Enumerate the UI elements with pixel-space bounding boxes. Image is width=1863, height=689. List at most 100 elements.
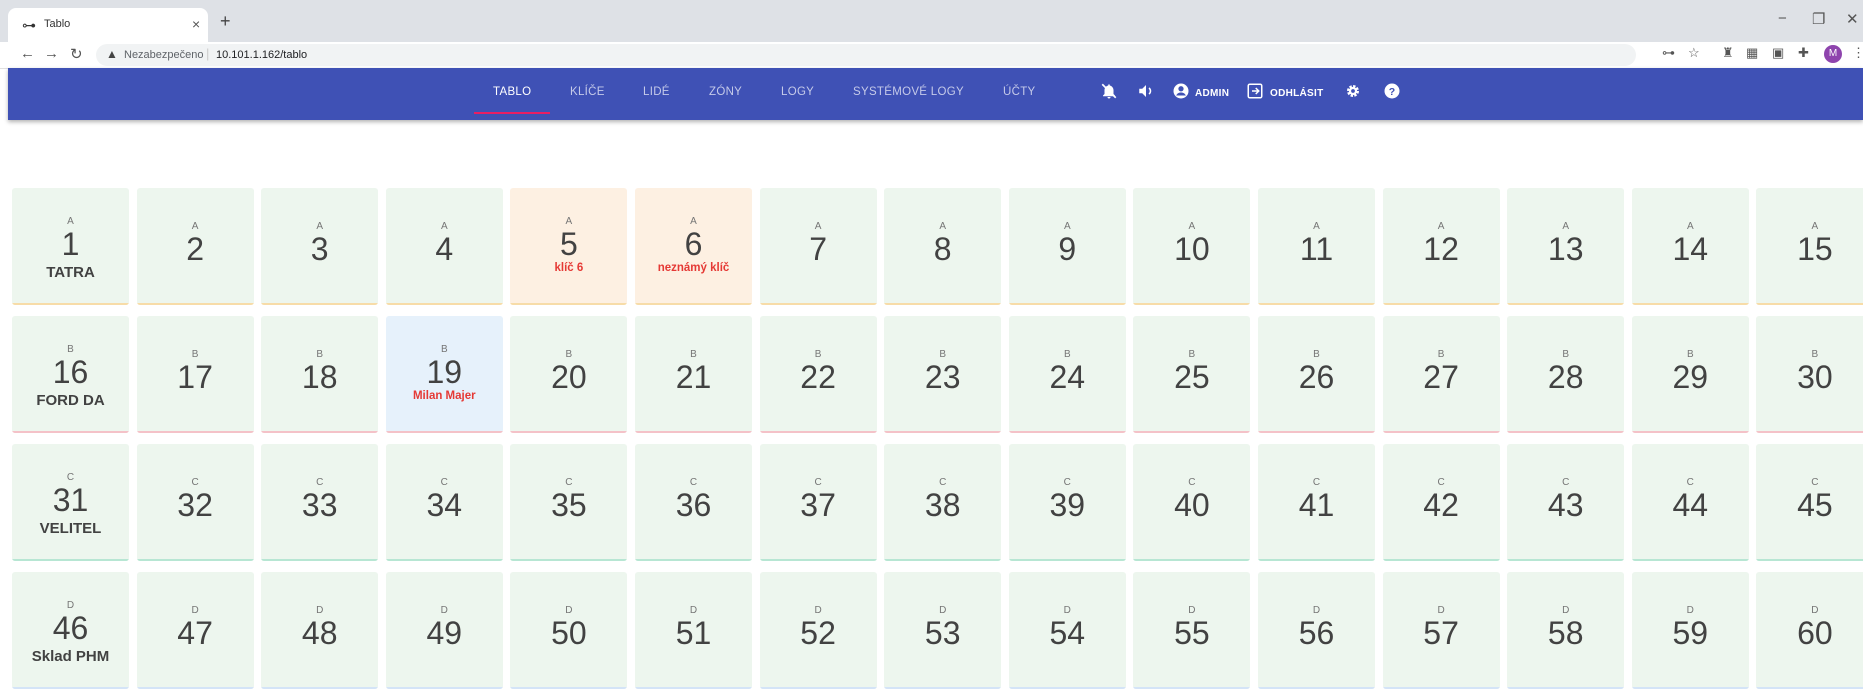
browser-menu-icon[interactable]: ⋮ (1852, 45, 1863, 61)
extensions-puzzle-icon[interactable]: ✚ (1798, 45, 1809, 61)
warning-icon[interactable]: ▲ (106, 47, 118, 61)
key-slot[interactable]: B 27 (1382, 316, 1500, 433)
key-slot[interactable]: B 20 (510, 316, 628, 433)
tab-zony[interactable]: ZÓNY (709, 86, 742, 98)
key-slot[interactable]: B 23 (884, 316, 1002, 433)
slot-number: 28 (1547, 359, 1584, 395)
new-tab-icon[interactable]: + (220, 11, 231, 32)
key-slot[interactable]: B 19 Milan Majer (385, 316, 503, 433)
key-slot[interactable]: C 39 (1008, 444, 1126, 561)
password-key-icon[interactable]: ⊶ (1662, 45, 1675, 61)
notifications-off-icon[interactable] (1100, 82, 1118, 105)
key-slot[interactable]: A 13 (1507, 188, 1625, 305)
key-slot[interactable]: D 46 Sklad PHM (12, 572, 129, 689)
key-slot[interactable]: A7 (759, 188, 877, 305)
key-slot[interactable]: C 36 (635, 444, 752, 561)
key-slot[interactable]: C 34 (385, 444, 503, 561)
key-slot[interactable]: A3 (261, 188, 379, 305)
close-tab-icon[interactable]: × (192, 16, 200, 32)
key-slot[interactable]: D 48 (261, 572, 379, 689)
security-status[interactable]: Nezabezpečeno (124, 49, 204, 61)
key-slot[interactable]: C 42 (1382, 444, 1500, 561)
key-slot[interactable]: A2 (136, 188, 254, 305)
reload-icon[interactable]: ↻ (70, 45, 83, 63)
logout-button[interactable]: ODHLÁSIT (1270, 88, 1324, 99)
extension-icon[interactable]: ♜ (1722, 45, 1734, 61)
url-text[interactable]: 10.101.1.162/tablo (216, 49, 307, 61)
key-slot[interactable]: A9 (1008, 188, 1126, 305)
key-slot[interactable]: B 25 (1133, 316, 1251, 433)
key-slot[interactable]: B 24 (1008, 316, 1126, 433)
slot-number: 17 (177, 359, 213, 395)
key-slot[interactable]: B 18 (261, 316, 379, 433)
key-slot[interactable]: D 59 (1631, 572, 1749, 689)
tab-lide[interactable]: LIDÉ (643, 86, 670, 98)
key-slot[interactable]: C 44 (1631, 444, 1749, 561)
key-slot[interactable]: D 49 (385, 572, 503, 689)
key-slot[interactable]: D 51 (635, 572, 752, 689)
key-slot[interactable]: A 5 klíč 6 (510, 188, 628, 305)
bookmark-star-icon[interactable]: ☆ (1688, 45, 1700, 61)
back-icon[interactable]: ← (20, 45, 35, 62)
key-slot[interactable]: C 40 (1133, 444, 1251, 561)
key-slot[interactable]: C 35 (510, 444, 628, 561)
omnibox[interactable]: ▲ Nezabezpečeno | 10.101.1.162/tablo (96, 44, 1636, 66)
key-slot[interactable]: B 26 (1258, 316, 1375, 433)
slot-number: 57 (1423, 615, 1459, 651)
key-slot[interactable]: D 56 (1258, 572, 1375, 689)
key-slot[interactable]: C 45 (1756, 444, 1863, 561)
key-slot[interactable]: D 55 (1133, 572, 1251, 689)
key-slot[interactable]: C 37 (759, 444, 877, 561)
key-slot[interactable]: C 41 (1258, 444, 1375, 561)
key-slot[interactable]: D 58 (1507, 572, 1625, 689)
key-slot[interactable]: B 29 (1631, 316, 1749, 433)
tab-ucty[interactable]: ÚČTY (1003, 86, 1036, 98)
key-slot[interactable]: C 32 (136, 444, 254, 561)
logout-icon[interactable] (1246, 82, 1264, 105)
tab-systemove-logy[interactable]: SYSTÉMOVÉ LOGY (853, 86, 964, 98)
key-slot[interactable]: D 57 (1382, 572, 1500, 689)
account-circle-icon[interactable] (1172, 82, 1190, 105)
key-slot[interactable]: D 54 (1008, 572, 1126, 689)
key-slot[interactable]: A8 (884, 188, 1002, 305)
browser-tab[interactable]: ⊶ Tablo × (8, 8, 208, 42)
close-window-icon[interactable]: ✕ (1846, 10, 1859, 28)
key-slot[interactable]: A 1 TATRA (12, 188, 129, 305)
key-slot[interactable]: C 33 (261, 444, 379, 561)
key-slot[interactable]: B 22 (759, 316, 877, 433)
key-slot[interactable]: A 12 (1382, 188, 1500, 305)
minimize-icon[interactable]: − (1778, 10, 1787, 27)
restore-icon[interactable]: ❐ (1812, 10, 1825, 28)
tab-logy[interactable]: LOGY (781, 86, 814, 98)
zone-color-bar (884, 431, 1002, 433)
key-slot[interactable]: D 60 (1756, 572, 1863, 689)
key-slot[interactable]: A 14 (1631, 188, 1749, 305)
forward-icon[interactable]: → (44, 45, 59, 62)
key-slot[interactable]: C 43 (1507, 444, 1625, 561)
key-slot[interactable]: B 21 (635, 316, 752, 433)
key-slot[interactable]: D 47 (136, 572, 254, 689)
profile-avatar[interactable]: M (1824, 45, 1842, 63)
volume-icon[interactable] (1137, 82, 1155, 105)
key-slot[interactable]: A 10 (1133, 188, 1251, 305)
key-slot[interactable]: C 38 (884, 444, 1002, 561)
key-slot[interactable]: A4 (385, 188, 503, 305)
extension-s-icon[interactable]: ▣ (1772, 45, 1784, 61)
key-slot[interactable]: C 31 VELITEL (12, 444, 129, 561)
tab-klice[interactable]: KLÍČE (570, 86, 605, 98)
key-slot[interactable]: A 11 (1258, 188, 1375, 305)
key-slot[interactable]: D 50 (510, 572, 628, 689)
user-name[interactable]: ADMIN (1195, 88, 1229, 99)
key-slot[interactable]: A 15 (1756, 188, 1863, 305)
key-slot[interactable]: B 16 FORD DA (12, 316, 129, 433)
key-slot[interactable]: D 53 (884, 572, 1002, 689)
key-slot[interactable]: B 30 (1756, 316, 1863, 433)
key-slot[interactable]: D 52 (759, 572, 877, 689)
settings-gear-icon[interactable] (1344, 82, 1362, 105)
tab-tablo[interactable]: TABLO (493, 86, 531, 98)
key-slot[interactable]: A 6 neznámý klíč (635, 188, 752, 305)
help-icon[interactable]: ? (1383, 82, 1401, 105)
extension-grid-icon[interactable]: ▦ (1746, 45, 1758, 61)
key-slot[interactable]: B 17 (136, 316, 254, 433)
key-slot[interactable]: B 28 (1507, 316, 1625, 433)
